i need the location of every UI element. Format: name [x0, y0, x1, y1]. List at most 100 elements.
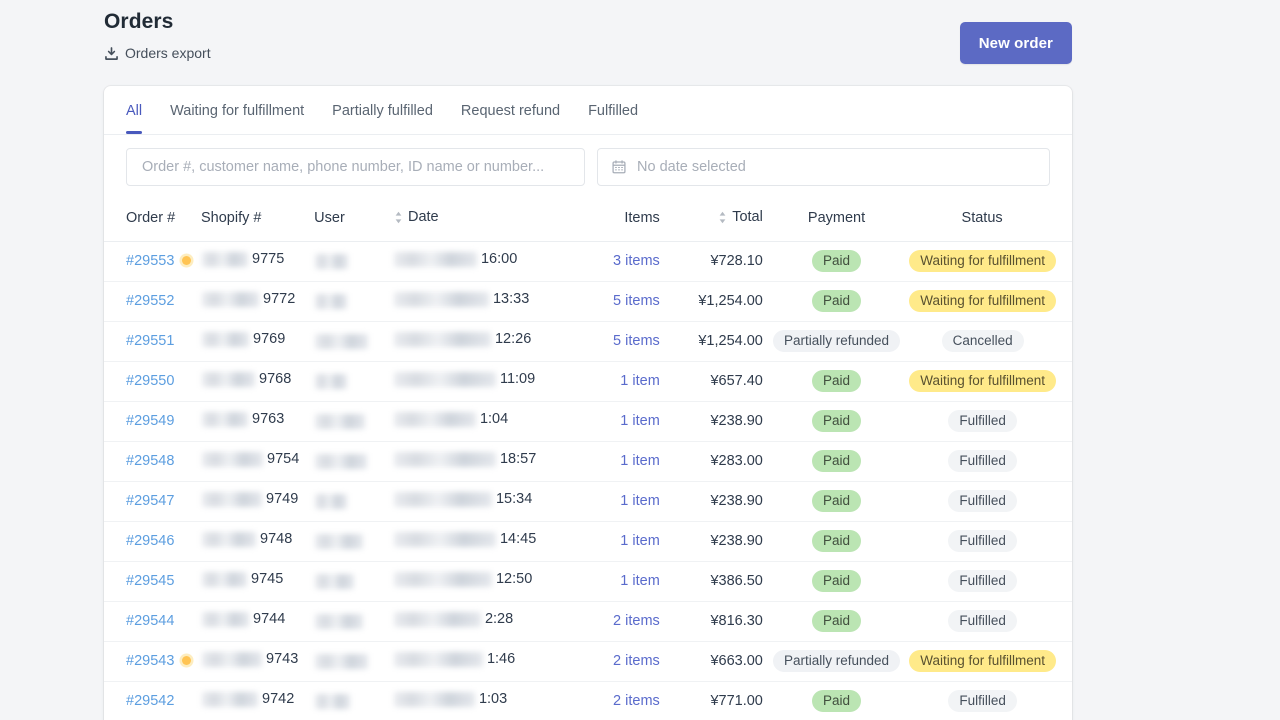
items-link[interactable]: 1 item — [620, 453, 660, 469]
payment-status-badge: Paid — [812, 370, 862, 392]
cell-total: ¥816.30 — [667, 601, 771, 642]
status-badge: Waiting for fulfillment — [909, 290, 1056, 312]
order-number-link[interactable]: #29551 — [126, 333, 174, 349]
redacted-block — [315, 253, 349, 269]
cell-items: 1 item — [570, 441, 668, 482]
table-row[interactable]: #29550 9768 11:09 1 item ¥657.40 Paid Waiting … — [104, 361, 1072, 402]
date-picker[interactable]: No date selected — [597, 148, 1050, 186]
redacted-block — [202, 451, 263, 467]
column-header-shopify: Shopify # — [201, 200, 315, 242]
table-row[interactable]: #29552 9772 13:33 5 items ¥1,254.00 Paid Waiti… — [104, 281, 1072, 322]
cell-payment: Partially refunded — [770, 321, 903, 362]
tab-fulfilled[interactable]: Fulfilled — [574, 86, 652, 135]
order-time: 1:04 — [479, 411, 509, 428]
search-input[interactable] — [140, 158, 571, 176]
cell-shopify-number: 9749 — [201, 481, 315, 522]
items-link[interactable]: 2 items — [613, 653, 660, 669]
flag-dot-icon — [182, 255, 192, 265]
order-number-link[interactable]: #29542 — [126, 693, 174, 709]
order-number-link[interactable]: #29548 — [126, 453, 174, 469]
cell-shopify-number: 9743 — [201, 641, 315, 682]
cell-status: Fulfilled — [902, 481, 1072, 522]
redacted-block — [202, 571, 247, 587]
tab-request-refund[interactable]: Request refund — [447, 86, 574, 135]
items-link[interactable]: 1 item — [620, 533, 660, 549]
redacted-block — [315, 493, 348, 509]
cell-shopify-number: 9754 — [201, 441, 315, 482]
cell-date: 11:09 — [392, 361, 571, 402]
items-link[interactable]: 2 items — [613, 693, 660, 709]
order-number-link[interactable]: #29553 — [126, 253, 174, 269]
items-link[interactable]: 5 items — [613, 333, 660, 349]
cell-order: #29549 — [104, 401, 201, 442]
cell-total: ¥238.90 — [667, 521, 771, 562]
cell-payment: Paid — [770, 281, 903, 322]
cell-user — [314, 401, 393, 442]
table-row[interactable]: #29545 9745 12:50 1 item ¥386.50 Paid Fulfille… — [104, 561, 1072, 602]
column-header-date[interactable]: Date — [392, 200, 571, 242]
redacted-block — [315, 373, 348, 389]
order-number-link[interactable]: #29546 — [126, 533, 174, 549]
new-order-button[interactable]: New order — [959, 22, 1072, 64]
order-time: 16:00 — [480, 251, 518, 268]
order-number-link[interactable]: #29552 — [126, 293, 174, 309]
orders-export-link[interactable]: Orders export — [104, 45, 211, 61]
column-header-total[interactable]: Total — [667, 200, 771, 242]
items-link[interactable]: 1 item — [620, 373, 660, 389]
cell-order: #29544 — [104, 601, 201, 642]
order-time: 15:34 — [495, 491, 533, 508]
order-number-link[interactable]: #29547 — [126, 493, 174, 509]
tab-waiting-for-fulfillment[interactable]: Waiting for fulfillment — [156, 86, 318, 135]
date-sort-control[interactable]: Date — [393, 209, 439, 225]
status-badge: Fulfilled — [948, 490, 1017, 512]
status-badge: Fulfilled — [948, 410, 1017, 432]
payment-status-badge: Partially refunded — [773, 650, 901, 672]
redacted-block — [202, 291, 259, 307]
items-link[interactable]: 5 items — [613, 293, 660, 309]
cell-date: 1:04 — [392, 401, 571, 442]
payment-status-badge: Paid — [812, 570, 862, 592]
order-number-link[interactable]: #29544 — [126, 613, 174, 629]
table-row[interactable]: #29544 9744 2:28 2 items ¥816.30 Paid Fulfille… — [104, 601, 1072, 642]
orders-tabs: All Waiting for fulfillment Partially fu… — [104, 86, 1072, 135]
redacted-block — [202, 331, 249, 347]
cell-shopify-number: 9772 — [201, 281, 315, 322]
shopify-number-suffix: 9744 — [253, 611, 286, 628]
tab-all[interactable]: All — [112, 86, 156, 135]
table-row[interactable]: #29543 9743 1:46 2 items ¥663.00 Partially re… — [104, 641, 1072, 682]
total-sort-control[interactable]: Total — [717, 209, 763, 225]
calendar-icon — [611, 159, 627, 175]
order-time: 2:28 — [484, 611, 514, 628]
cell-date: 12:26 — [392, 321, 571, 362]
redacted-block — [393, 451, 496, 467]
order-time: 14:45 — [499, 531, 537, 548]
table-row[interactable]: #29549 9763 1:04 1 item ¥238.90 Paid Fulfilled — [104, 401, 1072, 442]
tab-partially-fulfilled[interactable]: Partially fulfilled — [318, 86, 447, 135]
items-link[interactable]: 2 items — [613, 613, 660, 629]
cell-total: ¥1,254.00 — [667, 281, 771, 322]
cell-payment: Paid — [770, 401, 903, 442]
table-row[interactable]: #29547 9749 15:34 1 item ¥238.90 Paid Fulfille… — [104, 481, 1072, 522]
order-number-link[interactable]: #29545 — [126, 573, 174, 589]
cell-shopify-number: 9748 — [201, 521, 315, 562]
search-box[interactable] — [126, 148, 585, 186]
cell-order: #29543 — [104, 641, 201, 682]
items-link[interactable]: 1 item — [620, 573, 660, 589]
cell-user — [314, 641, 393, 682]
items-link[interactable]: 1 item — [620, 493, 660, 509]
order-number-link[interactable]: #29550 — [126, 373, 174, 389]
table-row[interactable]: #29553 9775 16:00 3 items ¥728.10 Paid Waiting… — [104, 241, 1072, 282]
items-link[interactable]: 1 item — [620, 413, 660, 429]
table-row[interactable]: #29542 9742 1:03 2 items ¥771.00 Paid Fulfille… — [104, 681, 1072, 720]
cell-date: 14:45 — [392, 521, 571, 562]
table-row[interactable]: #29548 9754 18:57 1 item ¥283.00 Paid Fulfille… — [104, 441, 1072, 482]
table-row[interactable]: #29551 9769 12:26 5 items ¥1,254.00 Partially… — [104, 321, 1072, 362]
items-link[interactable]: 3 items — [613, 253, 660, 269]
shopify-number-suffix: 9768 — [259, 371, 292, 388]
page-header: Orders Orders export New order — [104, 8, 1072, 80]
table-row[interactable]: #29546 9748 14:45 1 item ¥238.90 Paid Fulfille… — [104, 521, 1072, 562]
order-number-link[interactable]: #29543 — [126, 653, 174, 669]
redacted-block — [202, 531, 256, 547]
cell-items: 1 item — [570, 361, 668, 402]
order-number-link[interactable]: #29549 — [126, 413, 174, 429]
